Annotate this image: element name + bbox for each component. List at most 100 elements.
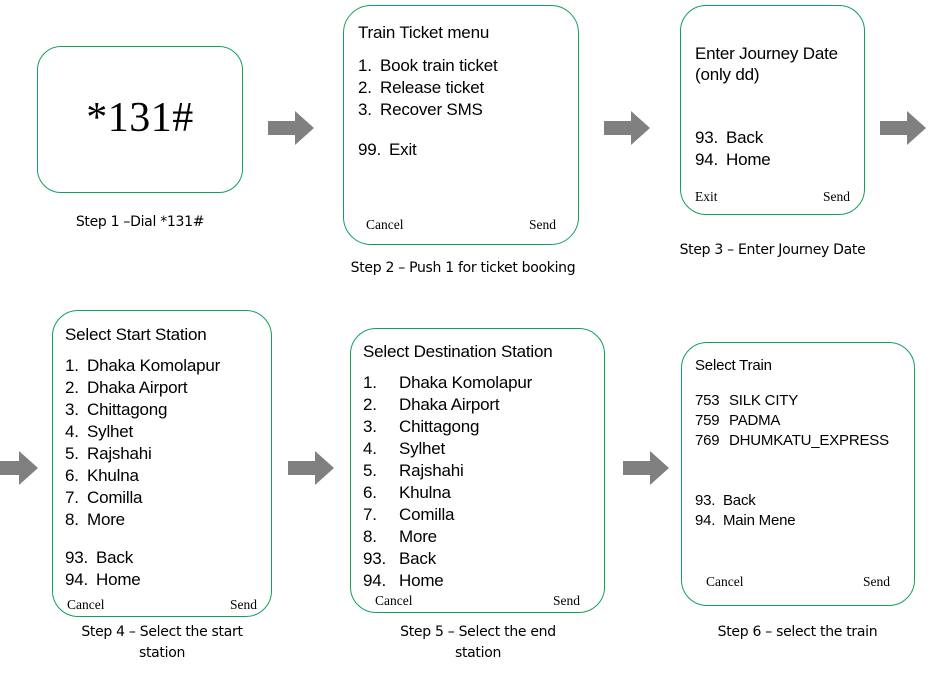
menu-item-number: 5.: [363, 461, 377, 480]
menu-item-label: Dhaka Komolapur: [399, 373, 533, 392]
flow-arrow-icon-4: [0, 450, 47, 486]
menu-item-number: 7.: [363, 505, 377, 524]
menu-item[interactable]: 6. Khulna: [65, 465, 271, 487]
menu-item[interactable]: 1. Dhaka Komolapur: [363, 372, 604, 394]
softkey-send[interactable]: Send: [823, 189, 850, 204]
train-item[interactable]: 769 DHUMKATU_EXPRESS: [695, 431, 914, 451]
menu-nav-step-6: 93. Back 94. Main Mene: [695, 491, 914, 531]
menu-item[interactable]: 94. Home: [363, 570, 604, 592]
softkey-exit[interactable]: Exit: [695, 189, 718, 204]
softkey-bar-step-2: Cancel Send: [344, 217, 578, 232]
menu-item[interactable]: 5. Rajshahi: [363, 460, 604, 482]
softkey-bar-step-3: Exit Send: [681, 189, 864, 204]
flow-arrow-icon-5: [288, 450, 335, 486]
menu-item-label: Exit: [389, 140, 417, 159]
menu-item-number: 5.: [65, 444, 79, 463]
menu-item-label: More: [399, 527, 437, 546]
caption-step-2: Step 2 – Push 1 for ticket booking: [350, 260, 576, 276]
menu-item[interactable]: 2. Release ticket: [358, 77, 578, 99]
softkey-send[interactable]: Send: [529, 217, 556, 232]
menu-item-number: 4.: [363, 439, 377, 458]
screen-step-1[interactable]: *131#: [37, 46, 243, 193]
menu-item[interactable]: 4. Sylhet: [65, 421, 271, 443]
caption-step-6: Step 6 – select the train: [717, 624, 878, 640]
menu-nav-step-4: 93. Back 94. Home: [65, 547, 271, 591]
flow-arrow-icon-6: [623, 450, 670, 486]
screen-title-step-3-line1: Enter Journey Date: [695, 44, 838, 63]
softkey-cancel[interactable]: Cancel: [67, 597, 104, 612]
softkey-send[interactable]: Send: [863, 574, 890, 589]
menu-item[interactable]: 93. Back: [363, 548, 604, 570]
softkey-cancel[interactable]: Cancel: [706, 574, 743, 589]
menu-item-number: 93.: [65, 548, 89, 567]
menu-item-label: Back: [723, 492, 756, 509]
softkey-send[interactable]: Send: [553, 593, 580, 608]
menu-item-label: Main Mene: [723, 512, 796, 529]
screen-step-3[interactable]: Enter Journey Date (only dd) 93. Back 94.…: [680, 5, 865, 215]
menu-item-number: 94.: [695, 150, 719, 169]
menu-item-number: 6.: [65, 466, 79, 485]
menu-item[interactable]: 94. Main Mene: [695, 511, 914, 531]
menu-item[interactable]: 7. Comilla: [363, 504, 604, 526]
menu-item-label: Back: [96, 548, 133, 567]
menu-item-number: 8.: [65, 510, 79, 529]
menu-item-label: Dhaka Airport: [399, 395, 500, 414]
menu-item[interactable]: 2. Dhaka Airport: [363, 394, 604, 416]
menu-item-number: 3.: [65, 400, 79, 419]
dial-code-text: *131#: [86, 95, 194, 141]
train-item[interactable]: 753 SILK CITY: [695, 391, 914, 411]
screen-step-4[interactable]: Select Start Station 1. Dhaka Komolapur 2…: [52, 310, 272, 617]
menu-item[interactable]: 94. Home: [695, 149, 864, 171]
menu-item-number: 93.: [363, 549, 387, 568]
menu-item[interactable]: 7. Comilla: [65, 487, 271, 509]
menu-item-label: Comilla: [87, 488, 143, 507]
menu-item-label: Back: [726, 128, 763, 147]
menu-item[interactable]: 8. More: [363, 526, 604, 548]
menu-item-number: 4.: [65, 422, 79, 441]
menu-item-label: Back: [399, 549, 436, 568]
screen-title-step-3-line2: (only dd): [695, 65, 760, 84]
menu-item-label: Khulna: [399, 483, 451, 502]
screen-step-5[interactable]: Select Destination Station 1. Dhaka Komol…: [350, 328, 605, 613]
menu-item[interactable]: 4. Sylhet: [363, 438, 604, 460]
menu-item[interactable]: 2. Dhaka Airport: [65, 377, 271, 399]
menu-item-number: 94.: [363, 571, 387, 590]
menu-item-label: Book train ticket: [380, 56, 498, 75]
ussd-flow-diagram: *131# Step 1 –Dial *131# Train Ticket me…: [0, 0, 935, 675]
menu-item-number: 3.: [358, 100, 372, 119]
softkey-bar-step-4: Cancel Send: [53, 597, 271, 612]
menu-item[interactable]: 93. Back: [695, 127, 864, 149]
screen-step-2[interactable]: Train Ticket menu 1. Book train ticket 2.…: [343, 5, 579, 245]
menu-list-step-2: 1. Book train ticket 2. Release ticket 3. R…: [358, 55, 578, 121]
menu-item-number: 7.: [65, 488, 79, 507]
menu-item[interactable]: 1. Dhaka Komolapur: [65, 355, 271, 377]
softkey-send[interactable]: Send: [230, 597, 257, 612]
softkey-cancel[interactable]: Cancel: [366, 217, 403, 232]
menu-item-label: More: [87, 510, 125, 529]
menu-item[interactable]: 1. Book train ticket: [358, 55, 578, 77]
menu-item[interactable]: 8. More: [65, 509, 271, 531]
menu-item-exit[interactable]: 99. Exit: [358, 139, 578, 161]
menu-item-number: 6.: [363, 483, 377, 502]
menu-list-step-5: 1. Dhaka Komolapur 2. Dhaka Airport 3. Chit…: [363, 372, 604, 592]
menu-item[interactable]: 3. Recover SMS: [358, 99, 578, 121]
caption-step-1: Step 1 –Dial *131#: [75, 214, 205, 230]
menu-item-label: Sylhet: [399, 439, 446, 458]
menu-item[interactable]: 94. Home: [65, 569, 271, 591]
train-item[interactable]: 759 PADMA: [695, 411, 914, 431]
caption-step-4: Step 4 – Select the start station: [81, 624, 243, 661]
menu-item-label: Recover SMS: [380, 100, 483, 119]
screen-step-6[interactable]: Select Train 753 SILK CITY 759 PADMA 769 DH…: [681, 342, 915, 606]
menu-item-label: Chittagong: [87, 400, 168, 419]
menu-item-number: 93.: [695, 492, 716, 509]
menu-item-number: 1.: [65, 356, 79, 375]
menu-item[interactable]: 5. Rajshahi: [65, 443, 271, 465]
softkey-cancel[interactable]: Cancel: [375, 593, 412, 608]
menu-item[interactable]: 93. Back: [695, 491, 914, 511]
menu-item-number: 2.: [363, 395, 377, 414]
menu-item[interactable]: 3. Chittagong: [363, 416, 604, 438]
menu-item[interactable]: 3. Chittagong: [65, 399, 271, 421]
menu-item[interactable]: 93. Back: [65, 547, 271, 569]
flow-arrow-icon-3: [880, 110, 935, 146]
menu-item[interactable]: 6. Khulna: [363, 482, 604, 504]
